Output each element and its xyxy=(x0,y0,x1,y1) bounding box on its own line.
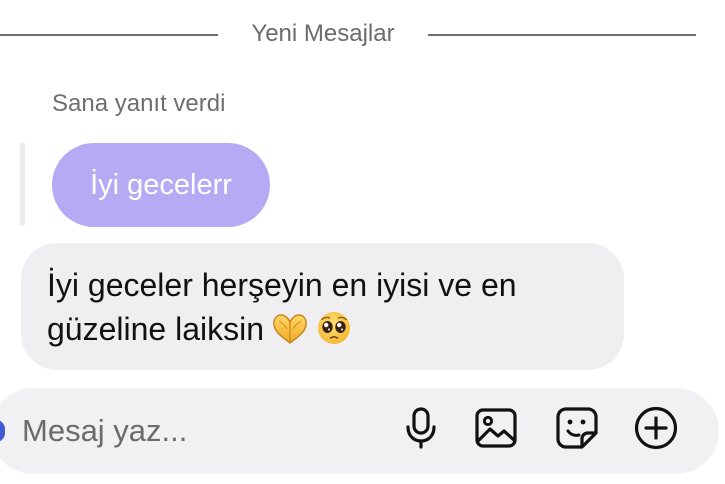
more-options-button[interactable] xyxy=(631,405,681,455)
quoted-message-text: İyi gecelerr xyxy=(90,168,232,201)
heart-hands-emoji-icon xyxy=(270,312,310,357)
microphone-icon xyxy=(403,406,439,455)
message-line-1: İyi geceler herşeyin en iyisi ve en xyxy=(47,267,517,303)
plus-circle-icon xyxy=(633,405,679,456)
divider-line-left xyxy=(0,34,218,36)
message-line-2: güzeline laiksin xyxy=(47,311,265,347)
message-line-2-row: güzeline laiksin xyxy=(47,307,604,357)
message-input[interactable] xyxy=(22,411,342,451)
new-messages-label: Yeni Mesajlar xyxy=(251,20,395,47)
gallery-button[interactable] xyxy=(471,405,521,455)
divider-line-right xyxy=(428,34,696,36)
new-messages-divider: Yeni Mesajlar xyxy=(0,20,725,48)
image-icon xyxy=(473,406,519,455)
reply-quote-bar xyxy=(20,142,25,226)
reply-context-label: Sana yanıt verdi xyxy=(52,90,226,117)
sticker-button[interactable] xyxy=(552,405,602,455)
message-bubble[interactable]: İyi geceler herşeyin en iyisi ve en güze… xyxy=(21,243,624,370)
pleading-face-emoji-icon xyxy=(316,310,352,357)
sticker-icon xyxy=(554,405,600,456)
microphone-button[interactable] xyxy=(396,405,446,455)
quoted-message-bubble[interactable]: İyi gecelerr xyxy=(52,143,270,227)
